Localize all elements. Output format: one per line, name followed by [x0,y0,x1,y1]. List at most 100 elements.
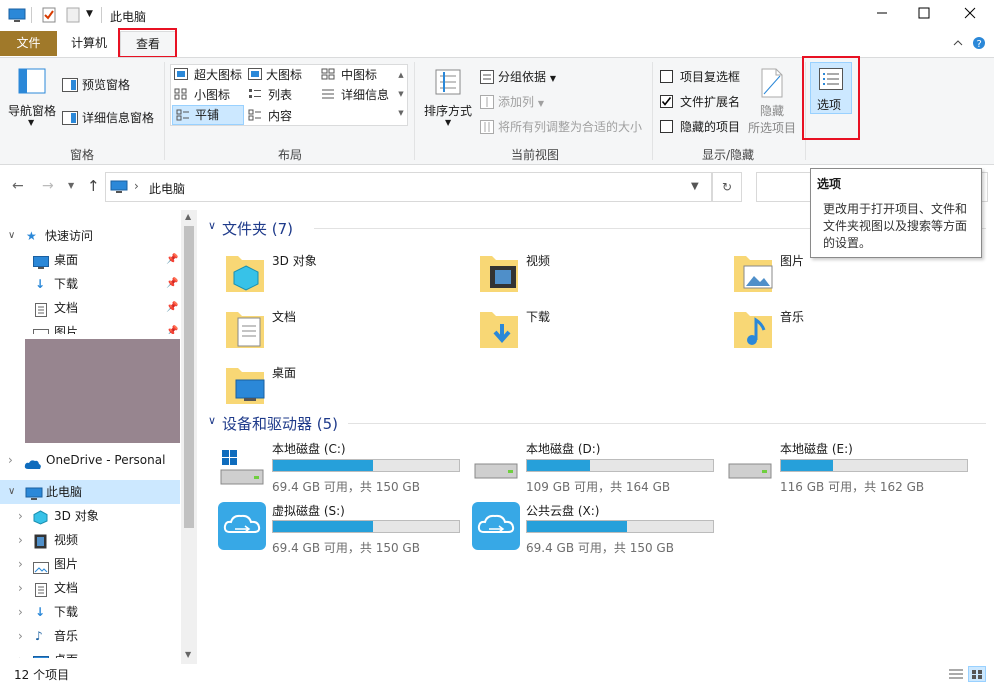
chevron-down-icon[interactable]: ▼ [185,650,191,659]
nav-item-downloads[interactable]: ↓ 下载 📌 [0,272,180,296]
nav-pc-downloads[interactable]: › ↓ 下载 [0,600,180,624]
chevron-up-icon[interactable]: ▲ [395,66,407,85]
close-button[interactable] [950,0,990,31]
scrollbar-thumb[interactable] [184,226,194,528]
chevron-down-icon[interactable]: ▼ [86,9,93,19]
nav-pc-pictures[interactable]: › 图片 [0,552,180,576]
nav-item-documents[interactable]: 文档 📌 [0,296,180,320]
nav-scrollbar[interactable]: ▲ ▼ [181,210,197,664]
tab-file[interactable]: 文件 [0,31,57,56]
maximize-button[interactable] [904,0,944,31]
back-arrow-icon[interactable]: ← [12,178,24,194]
folder-music[interactable]: 音乐 [732,304,972,356]
checkbox-unchecked[interactable] [660,120,673,133]
divider [101,7,102,23]
layout-extra-large[interactable]: 超大图标 [174,66,242,83]
item-checkbox-toggle[interactable]: 项目复选框 [660,68,740,85]
chevron-down-icon[interactable]: ▼ [395,85,407,104]
checkbox-checked[interactable] [660,95,673,108]
collapse-ribbon-icon[interactable] [952,37,964,51]
preview-pane-icon [62,78,78,95]
minimize-button[interactable] [862,0,902,31]
tiles-view-icon[interactable] [968,666,986,682]
pin-icon[interactable]: 📌 [166,296,178,320]
chevron-down-icon: ▼ [537,99,544,108]
hidden-items-toggle[interactable]: 隐藏的项目 [660,118,740,135]
nav-item-label: 图片 [54,557,79,571]
layout-tiles[interactable]: 平铺 [172,105,244,125]
chevron-right-icon[interactable]: › [18,600,23,624]
address-dropdown-icon[interactable]: ▼ [691,181,699,192]
nav-item-desktop[interactable]: 桌面 📌 [0,248,180,272]
nav-quick-access[interactable]: ∨ ★ 快速访问 [0,224,180,248]
layout-medium[interactable]: 中图标 [321,66,377,83]
chevron-down-icon[interactable]: ∨ [208,219,216,232]
up-arrow-icon[interactable]: ↑ [87,177,100,195]
nav-this-pc[interactable]: ∨ 此电脑 [0,480,180,504]
nav-onedrive[interactable]: › OneDrive - Personal [0,448,180,472]
help-icon[interactable]: ? [972,36,986,53]
folder-downloads[interactable]: 下载 [478,304,718,356]
properties-icon[interactable] [42,7,56,26]
gallery-scroll[interactable]: ▲ ▼ ▼ [395,66,407,124]
chevron-right-icon[interactable]: › [18,624,23,648]
drive-c[interactable]: 本地磁盘 (C:) 69.4 GB 可用，共 150 GB [218,440,468,500]
preview-pane-button[interactable]: 预览窗格 [62,76,130,93]
checkbox-unchecked[interactable] [660,70,673,83]
nav-pc-desktop[interactable]: › 桌面 [0,648,180,658]
recent-chevron-icon[interactable]: ▼ [68,181,74,190]
pin-icon[interactable]: 📌 [166,248,178,272]
pin-icon[interactable]: 📌 [166,320,178,334]
details-view-icon[interactable] [948,667,964,684]
expand-gallery-icon[interactable]: ▼ [395,104,407,123]
file-ext-toggle[interactable]: 文件扩展名 [660,93,740,110]
chevron-down-icon: ▼ [28,118,35,127]
address-box[interactable]: › 此电脑 ▼ [105,172,712,202]
drive-d[interactable]: 本地磁盘 (D:) 109 GB 可用，共 164 GB [472,440,722,500]
forward-arrow-icon[interactable]: → [42,178,54,194]
pin-icon[interactable]: 📌 [166,272,178,296]
chevron-down-icon[interactable]: ∨ [208,414,216,427]
chevron-right-icon[interactable]: › [134,179,139,193]
nav-pane-button[interactable]: 导航窗格 ▼ [6,66,58,136]
drive-info: 69.4 GB 可用，共 150 GB [272,480,420,494]
chevron-right-icon[interactable]: › [18,528,23,552]
chevron-right-icon[interactable]: › [18,552,23,576]
layout-details[interactable]: 详细信息 [321,86,389,103]
refresh-button[interactable]: ↻ [712,172,742,202]
group-by-icon [480,70,494,87]
folder-documents[interactable]: 文档 [224,304,464,356]
layout-content[interactable]: 内容 [248,107,292,124]
nav-item-pictures[interactable]: 图片 📌 [0,320,180,334]
chevron-right-icon[interactable]: › [18,504,23,528]
folder-videos[interactable]: 视频 [478,248,718,300]
chevron-right-icon[interactable]: › [18,648,23,658]
address-path-root[interactable]: 此电脑 [149,180,185,197]
tab-computer[interactable]: 计算机 [60,31,118,56]
new-folder-icon[interactable] [66,7,80,26]
drives-section-header[interactable]: ∨ 设备和驱动器 (5) [206,413,986,433]
nav-pc-3d[interactable]: › 3D 对象 [0,504,180,528]
drive-x[interactable]: 公共云盘 (X:) 69.4 GB 可用，共 150 GB [472,502,722,562]
show-hide-group-label: 显示/隐藏 [701,148,755,162]
drive-s[interactable]: 虚拟磁盘 (S:) 69.4 GB 可用，共 150 GB [218,502,468,562]
layout-large[interactable]: 大图标 [248,66,302,83]
nav-pc-documents[interactable]: › 文档 [0,576,180,600]
chevron-right-icon[interactable]: › [8,448,13,472]
chevron-down-icon[interactable]: ∨ [8,224,15,248]
folder-label: 桌面 [272,366,297,380]
sort-button[interactable]: 排序方式 ▼ [422,66,474,136]
chevron-up-icon[interactable]: ▲ [185,212,191,221]
layout-small[interactable]: 小图标 [174,86,230,103]
drive-name: 虚拟磁盘 (S:) [272,504,345,518]
folder-desktop[interactable]: 桌面 [224,360,464,412]
layout-list[interactable]: 列表 [248,86,292,103]
drive-e[interactable]: 本地磁盘 (E:) 116 GB 可用，共 162 GB [726,440,976,500]
chevron-down-icon[interactable]: ∨ [8,480,15,504]
group-by-button[interactable]: 分组依据 ▼ [480,68,556,85]
chevron-right-icon[interactable]: › [18,576,23,600]
nav-pc-videos[interactable]: › 视频 [0,528,180,552]
details-pane-button[interactable]: 详细信息窗格 [62,109,154,126]
folder-3d-objects[interactable]: 3D 对象 [224,248,464,300]
nav-pc-music[interactable]: › ♪ 音乐 [0,624,180,648]
